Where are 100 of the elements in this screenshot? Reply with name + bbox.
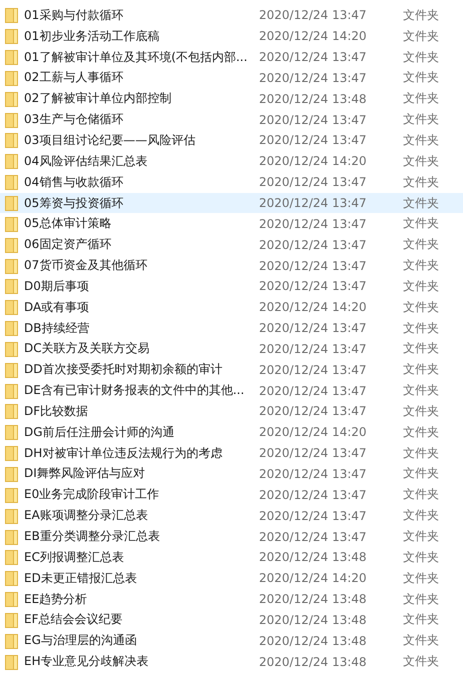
folder-icon (5, 236, 18, 253)
file-row[interactable]: EB重分类调整分录汇总表 2020/12/24 13:47 文件夹 (0, 526, 463, 547)
modified-date: 2020/12/24 13:47 (259, 488, 368, 502)
file-row[interactable]: 01了解被审计单位及其环境(不包括内部... 2020/12/24 13:47 文件夹 (0, 46, 463, 68)
file-row[interactable]: 03生产与仓储循环 2020/12/24 13:47 文件夹 (0, 109, 463, 130)
file-name: 02了解被审计单位内部控制 (24, 90, 172, 108)
file-name: 07货币资金及其他循环 (24, 257, 148, 274)
file-type: 文件夹 (403, 611, 439, 628)
modified-date: 2020/12/24 13:48 (259, 654, 368, 669)
file-row[interactable]: 05筹资与投资循环 2020/12/24 13:47 文件夹 (0, 192, 463, 214)
file-type: 文件夹 (403, 28, 439, 45)
file-row[interactable]: DA或有事项 2020/12/24 14:20 文件夹 (0, 296, 463, 318)
file-row[interactable]: DG前后任注册会计师的沟通 2020/12/24 14:20 文件夹 (0, 422, 463, 443)
modified-date: 2020/12/24 13:47 (259, 133, 368, 148)
modified-date: 2020/12/24 13:47 (259, 279, 368, 294)
file-row[interactable]: EG与治理层的沟通函 2020/12/24 13:48 文件夹 (0, 630, 463, 652)
file-type: 文件夹 (403, 465, 439, 482)
file-row[interactable]: D0期后事项 2020/12/24 13:47 文件夹 (0, 276, 463, 297)
file-type: 文件夹 (403, 590, 439, 608)
file-name: 04风险评估结果汇总表 (24, 152, 148, 170)
file-row[interactable]: ED未更正错报汇总表 2020/12/24 14:20 文件夹 (0, 568, 463, 589)
modified-date: 2020/12/24 13:47 (259, 112, 368, 127)
file-type: 文件夹 (403, 653, 439, 670)
file-name: DA或有事项 (24, 298, 90, 316)
file-type: 文件夹 (403, 236, 439, 254)
folder-icon (5, 424, 18, 440)
file-row[interactable]: DE含有已审计财务报表的文件中的其他... 2020/12/24 13:47 文件夹 (0, 380, 463, 402)
modified-date: 2020/12/24 13:47 (259, 50, 368, 64)
file-name: 06固定资产循环 (24, 236, 112, 254)
file-row[interactable]: DF比较数据 2020/12/24 13:47 文件夹 (0, 401, 463, 422)
file-row[interactable]: 01初步业务活动工作底稿 2020/12/24 14:20 文件夹 (0, 26, 463, 47)
folder-icon (5, 632, 18, 649)
modified-date: 2020/12/24 13:47 (259, 196, 368, 210)
folder-icon (5, 49, 18, 66)
file-row[interactable]: 03项目组讨论纪要——风险评估 2020/12/24 13:47 文件夹 (0, 130, 463, 151)
folder-icon (5, 528, 18, 545)
file-type: 文件夹 (403, 111, 439, 128)
file-type: 文件夹 (403, 298, 439, 316)
folder-icon (5, 549, 18, 566)
modified-date: 2020/12/24 13:48 (259, 612, 368, 627)
folder-icon (5, 612, 18, 628)
file-type: 文件夹 (403, 174, 439, 191)
file-name: 05总体审计策略 (24, 215, 112, 232)
file-row[interactable]: EE趋势分析 2020/12/24 13:48 文件夹 (0, 588, 463, 610)
folder-icon (5, 382, 18, 399)
folder-icon (5, 112, 18, 128)
modified-date: 2020/12/24 13:47 (259, 446, 368, 460)
file-row[interactable]: E0业务完成阶段审计工作 2020/12/24 13:47 文件夹 (0, 484, 463, 506)
file-row[interactable]: EC列报调整汇总表 2020/12/24 13:48 文件夹 (0, 546, 463, 568)
file-name: EH专业意见分歧解决表 (24, 653, 150, 670)
file-row[interactable]: 04风险评估结果汇总表 2020/12/24 14:20 文件夹 (0, 150, 463, 172)
folder-icon (5, 7, 18, 24)
file-name: DF比较数据 (24, 402, 90, 420)
folder-icon (5, 362, 18, 378)
folder-icon (5, 591, 18, 608)
file-row[interactable]: 02了解被审计单位内部控制 2020/12/24 13:48 文件夹 (0, 88, 463, 110)
file-name: 03项目组讨论纪要——风险评估 (24, 132, 196, 149)
file-type: 文件夹 (403, 548, 439, 566)
modified-date: 2020/12/24 13:47 (259, 8, 368, 22)
file-name: 01采购与付款循环 (24, 6, 124, 24)
file-type: 文件夹 (403, 528, 439, 546)
modified-date: 2020/12/24 13:47 (259, 530, 368, 544)
modified-date: 2020/12/24 14:20 (259, 425, 368, 440)
file-row[interactable]: DH对被审计单位违反法规行为的考虑 2020/12/24 13:47 文件夹 (0, 442, 463, 464)
file-name: 05筹资与投资循环 (24, 194, 124, 212)
file-type: 文件夹 (403, 340, 439, 358)
file-type: 文件夹 (403, 486, 439, 504)
file-type: 文件夹 (403, 6, 439, 24)
file-row[interactable]: 04销售与收款循环 2020/12/24 13:47 文件夹 (0, 172, 463, 193)
file-name: DG前后任注册会计师的沟通 (24, 424, 176, 441)
file-name: DE含有已审计财务报表的文件中的其他... (24, 382, 246, 400)
file-row[interactable]: DD首次接受委托时对期初余额的审计 2020/12/24 13:47 文件夹 (0, 359, 463, 380)
file-name: EB重分类调整分录汇总表 (24, 528, 161, 546)
folder-icon (5, 403, 18, 420)
file-row[interactable]: 01采购与付款循环 2020/12/24 13:47 文件夹 (0, 5, 463, 26)
file-row[interactable]: EF总结会会议纪要 2020/12/24 13:48 文件夹 (0, 609, 463, 630)
modified-date: 2020/12/24 13:47 (259, 258, 368, 273)
file-row[interactable]: 07货币资金及其他循环 2020/12/24 13:47 文件夹 (0, 255, 463, 276)
modified-date: 2020/12/24 14:20 (259, 29, 368, 44)
file-row[interactable]: DB持续经营 2020/12/24 13:47 文件夹 (0, 318, 463, 338)
folder-icon (5, 340, 18, 357)
file-row[interactable]: DC关联方及关联方交易 2020/12/24 13:47 文件夹 (0, 338, 463, 360)
file-row[interactable]: EA账项调整分录汇总表 2020/12/24 13:47 文件夹 (0, 505, 463, 526)
file-row[interactable]: 05总体审计策略 2020/12/24 13:47 文件夹 (0, 213, 463, 234)
folder-icon (5, 132, 18, 148)
folder-icon (5, 466, 18, 482)
file-name: DB持续经营 (24, 320, 90, 337)
folder-icon (5, 195, 18, 212)
modified-date: 2020/12/24 13:47 (259, 321, 368, 336)
file-name: EG与治理层的沟通函 (24, 632, 138, 650)
file-row[interactable]: 06固定资产循环 2020/12/24 13:47 文件夹 (0, 234, 463, 256)
file-name: EE趋势分析 (24, 590, 88, 608)
file-row[interactable]: EH专业意见分歧解决表 2020/12/24 13:48 文件夹 (0, 651, 463, 672)
file-name: EF总结会会议纪要 (24, 611, 124, 628)
file-name: DH对被审计单位违反法规行为的考虑 (24, 444, 224, 462)
file-name: DC关联方及关联方交易 (24, 340, 151, 358)
file-row[interactable]: 02工薪与人事循环 2020/12/24 13:47 文件夹 (0, 68, 463, 88)
file-row[interactable]: DI舞弊风险评估与应对 2020/12/24 13:47 文件夹 (0, 464, 463, 484)
folder-icon (5, 486, 18, 503)
modified-date: 2020/12/24 13:47 (259, 404, 368, 418)
